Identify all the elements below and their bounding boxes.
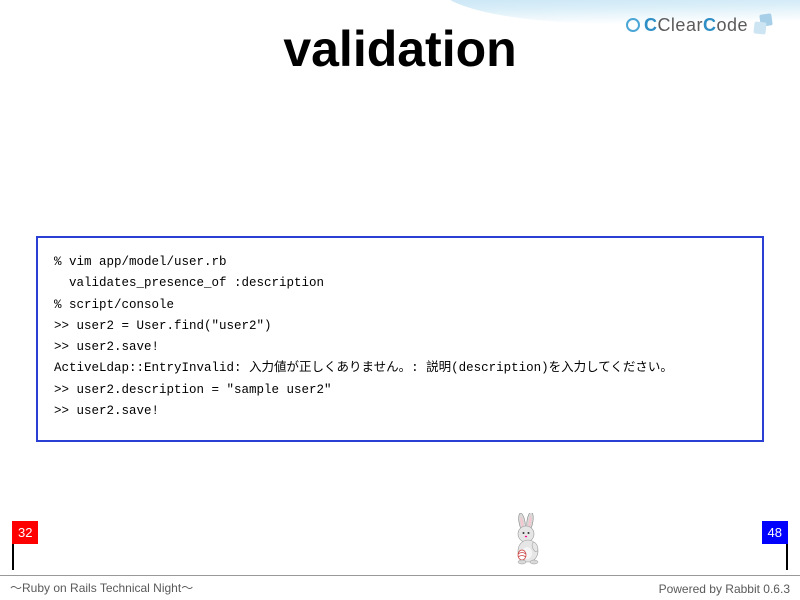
flag-left: 32 [12,521,38,570]
footer-left: ～Ruby on Rails Technical Night～ [10,579,193,596]
code-line: ActiveLdap::EntryInvalid: 入力値が正しくありません。:… [54,361,673,375]
flag-right: 48 [762,521,788,570]
logo-text: CClearCode [644,15,748,36]
footer-right: Powered by Rabbit 0.6.3 [659,582,790,596]
rabbit-icon [508,513,550,570]
logo-circle-icon [626,18,640,32]
code-line: % vim app/model/user.rb [54,255,227,269]
logo-text-pre: Clear [657,15,703,35]
code-line: >> user2.save! [54,404,159,418]
code-line: >> user2.description = "sample user2" [54,383,332,397]
code-line: >> user2.save! [54,340,159,354]
divider [0,575,800,576]
brand-logo: CClearCode [626,14,776,36]
flagpole-icon [12,544,14,570]
flag-right-number: 48 [762,521,788,544]
flag-left-number: 32 [12,521,38,544]
progress-track: 32 48 [0,510,800,570]
code-line: % script/console [54,298,174,312]
code-line: validates_presence_of :description [54,276,324,290]
logo-squares-icon [754,14,776,36]
code-block: % vim app/model/user.rb validates_presen… [36,236,764,442]
flagpole-icon [786,544,788,570]
code-line: >> user2 = User.find("user2") [54,319,272,333]
logo-text-post: ode [716,15,748,35]
